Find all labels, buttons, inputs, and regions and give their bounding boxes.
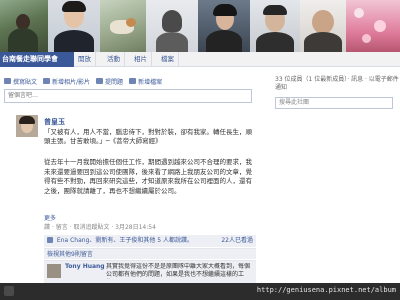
post-actions[interactable]: 讚 · 留言 · 取消追蹤貼文 · 3月28日14:54 xyxy=(44,222,156,231)
composer-tab-label: 提問題 xyxy=(105,78,124,86)
composer-tab-add-photo[interactable]: 新增相片/影片 xyxy=(43,76,90,86)
composer-tabs: 撰寫貼文 新增相片/影片 提問題 新增檔案 xyxy=(4,76,162,86)
post-body: 從去年十一月我開始擔任個任工作，期間遇到越來公司不合理的要求，我未來還要過要回到… xyxy=(44,158,252,195)
see-more-link[interactable]: 更多 xyxy=(44,213,56,222)
author-avatar[interactable] xyxy=(16,115,38,137)
seen-count[interactable]: 22人已看過 xyxy=(221,235,253,247)
post-composer-input[interactable]: 留個言吧… xyxy=(4,89,252,103)
file-icon xyxy=(129,78,137,84)
photo-icon xyxy=(43,78,51,84)
composer-tab-add-file[interactable]: 新增檔案 xyxy=(129,76,162,86)
composer-tab-label: 撰寫貼文 xyxy=(13,78,38,86)
thumbs-up-icon xyxy=(47,237,53,243)
member-photo[interactable] xyxy=(0,0,48,52)
post-author-name[interactable]: 曾皇玉 xyxy=(44,117,65,127)
cover-photo-strip xyxy=(0,0,400,52)
status-bar: http://geniusena.pixnet.net/album xyxy=(0,283,400,300)
source-url: http://geniusena.pixnet.net/album xyxy=(256,286,396,294)
post-quote: 「又被有人，用人不當，腦忠待下，對對於裝，卻有我家。轉任長生，順頭主張。甘苦敢頃… xyxy=(44,128,252,145)
member-photo[interactable] xyxy=(100,0,146,52)
view-more-comments-link[interactable]: 檢視其他9則留言 xyxy=(44,248,256,259)
member-photo[interactable] xyxy=(250,0,300,52)
tab-events[interactable]: 活動 xyxy=(103,52,125,67)
commenter-avatar[interactable] xyxy=(47,264,61,278)
member-photo[interactable] xyxy=(300,0,346,52)
likes-bar: Ena Chang、劉新有、王子俊和其他 5 人都說讚。 22人已看過 xyxy=(44,235,256,247)
composer-tab-label: 新增檔案 xyxy=(138,78,163,86)
member-photo[interactable] xyxy=(198,0,250,52)
screenshot-root: 台南餐走聯同學會 開放 活動 相片 檔案 撰寫貼文 新增相片/影片 提問題 新增… xyxy=(0,0,400,300)
member-photo[interactable] xyxy=(346,0,400,52)
group-title[interactable]: 台南餐走聯同學會 xyxy=(0,52,74,67)
composer-tab-write-post[interactable]: 撰寫貼文 xyxy=(4,76,37,86)
commenter-name[interactable]: Tony Huang xyxy=(65,263,105,270)
tab-files[interactable]: 檔案 xyxy=(157,52,179,67)
pencil-icon xyxy=(4,78,11,84)
members-summary[interactable]: 33 位成員（1 位最新成員）· 訊息 · 以電子郵件通知 xyxy=(275,76,400,92)
member-photo[interactable] xyxy=(48,0,100,52)
question-icon xyxy=(96,78,104,84)
comment-text: 其實我覺得這份不是是原團隊中離大家大概看到，每個公司都有他們的問題，如果是我也不… xyxy=(106,263,251,278)
likes-text[interactable]: Ena Chang、劉新有、王子俊和其他 5 人都說讚。 xyxy=(57,237,193,244)
member-photo[interactable] xyxy=(146,0,198,52)
tab-photos[interactable]: 相片 xyxy=(130,52,152,67)
composer-tab-label: 新增相片/影片 xyxy=(52,78,91,86)
group-search-input[interactable]: 搜尋此社團 xyxy=(275,97,393,109)
tab-open[interactable]: 開放 xyxy=(74,52,96,67)
comment-item: Tony Huang 其實我覺得這份不是是原團隊中離大家大概看到，每個公司都有他… xyxy=(44,260,256,284)
composer-tab-ask-question[interactable]: 提問題 xyxy=(96,76,123,86)
app-icon xyxy=(4,286,14,296)
